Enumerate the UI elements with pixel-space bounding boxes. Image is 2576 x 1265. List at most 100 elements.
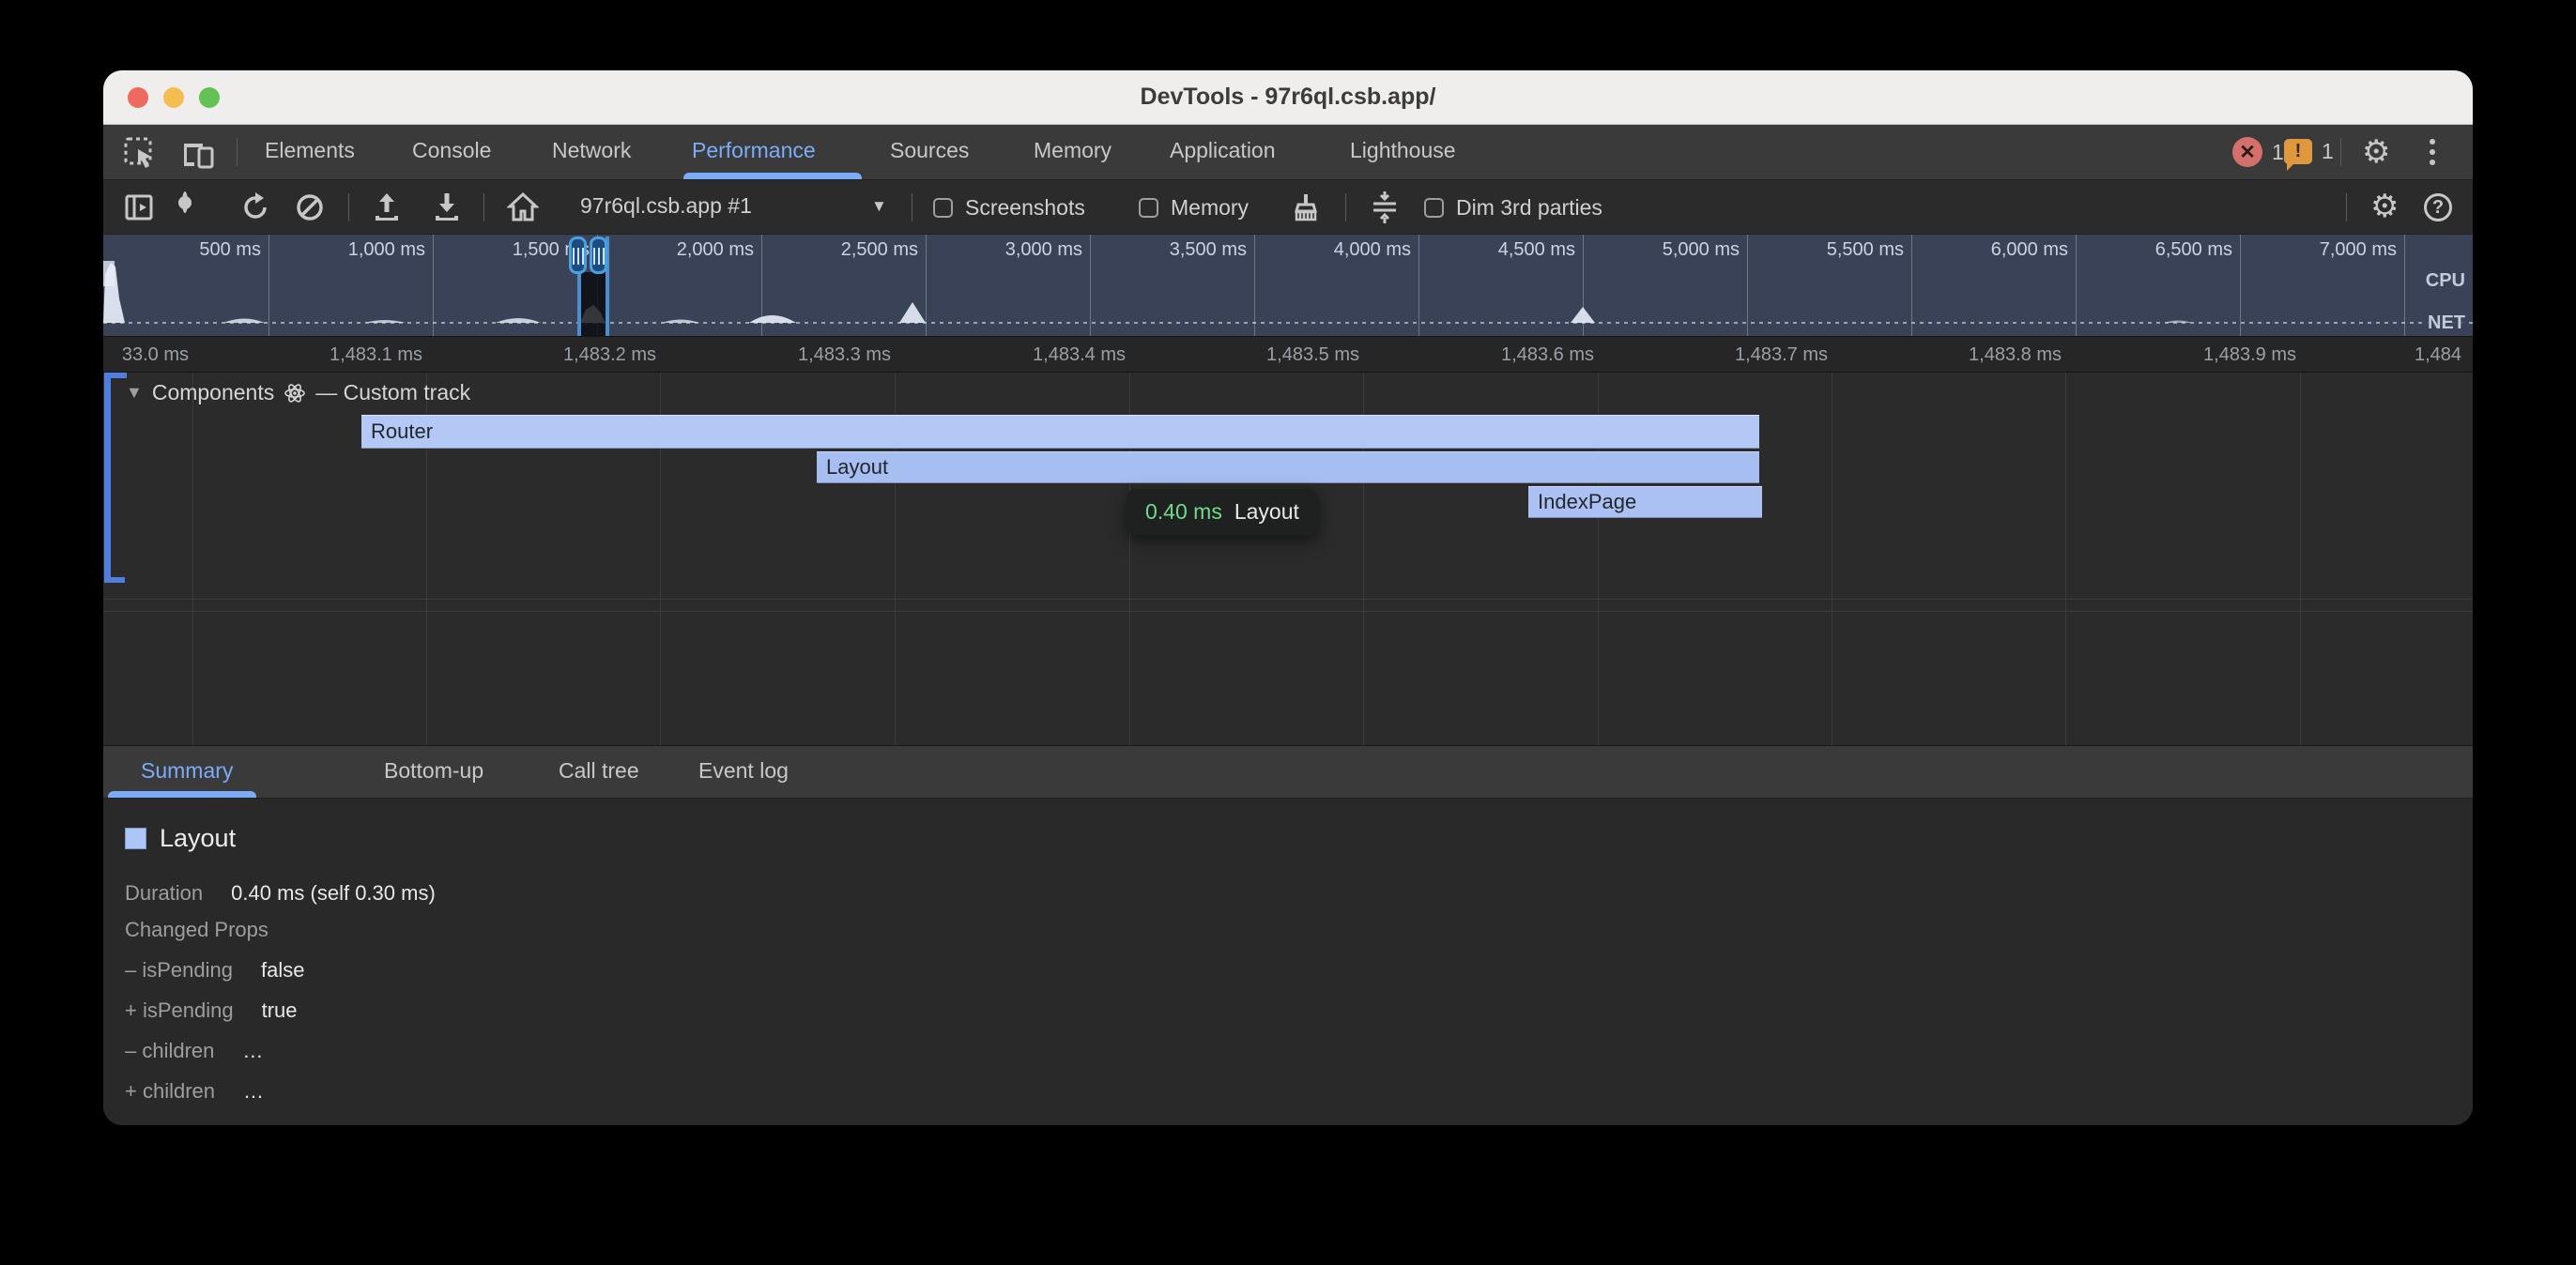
memory-checkbox[interactable]	[1139, 198, 1158, 218]
ruler-tick: 1,483.2 ms	[563, 344, 656, 366]
summary-row-label: + isPending	[125, 998, 234, 1022]
track-title: Components	[152, 380, 274, 405]
expander-triangle-icon[interactable]: ▼	[126, 383, 143, 403]
home-icon[interactable]	[507, 191, 539, 223]
toggle-sidebar-icon[interactable]	[124, 192, 154, 222]
track-suffix: — Custom track	[315, 380, 470, 405]
selection-range	[580, 272, 606, 336]
track-selection-bracket	[104, 376, 111, 581]
summary-row-label: Changed Props	[125, 918, 268, 941]
load-profile-icon[interactable]	[372, 191, 402, 223]
tab-elements[interactable]: Elements	[265, 138, 355, 163]
track-selection-bracket-cap	[104, 577, 125, 583]
tab-summary[interactable]: Summary	[141, 758, 233, 784]
summary-event-name: Layout	[160, 824, 236, 853]
tabbar-divider	[237, 138, 238, 166]
summary-row-label: + children	[125, 1079, 215, 1103]
active-tab-underline	[683, 173, 862, 179]
tab-sources[interactable]: Sources	[890, 138, 969, 163]
dim-3rd-parties-checkbox[interactable]	[1424, 198, 1444, 218]
minimize-window-button[interactable]	[163, 87, 184, 108]
track-header-components[interactable]: ▼ Components — Custom track	[126, 380, 470, 405]
summary-row-value: true	[262, 998, 298, 1022]
active-detail-tab-underline	[108, 791, 256, 798]
flame-chart[interactable]: ▼ Components — Custom track Router Layou…	[103, 373, 2473, 745]
net-lane-label: NET	[2424, 312, 2469, 334]
tab-console[interactable]: Console	[412, 138, 491, 163]
error-icon: ✕	[2232, 137, 2262, 167]
help-icon[interactable]: ?	[2424, 193, 2452, 221]
screenshots-toggle[interactable]: Screenshots	[933, 195, 1085, 221]
summary-row-label: Duration	[125, 881, 203, 905]
selection-left-handle[interactable]	[569, 236, 587, 274]
chevron-down-icon: ▼	[871, 197, 887, 216]
summary-row-label: – isPending	[125, 958, 233, 982]
ruler-tick: 1,483.7 ms	[1735, 344, 1828, 366]
tab-call-tree[interactable]: Call tree	[559, 758, 639, 784]
capture-settings-gear-icon[interactable]: ⚙	[2370, 191, 2399, 222]
toolbar-divider	[348, 193, 349, 221]
cpu-activity-sparkline	[103, 235, 2473, 336]
tab-bottom-up[interactable]: Bottom-up	[384, 758, 483, 784]
tab-performance[interactable]: Performance	[692, 138, 816, 163]
inspect-element-icon[interactable]	[123, 136, 157, 170]
track-selection-bracket-cap	[104, 373, 127, 378]
issues-counter[interactable]: ! 1	[2284, 139, 2334, 164]
garbage-collect-icon[interactable]	[1290, 191, 1322, 223]
reload-and-record-icon[interactable]	[239, 191, 271, 223]
tab-memory[interactable]: Memory	[1034, 138, 1112, 163]
ruler-tick: 1,483.4 ms	[1033, 344, 1126, 366]
screenshots-checkbox[interactable]	[933, 198, 953, 218]
flame-bar-layout[interactable]: Layout	[817, 451, 1759, 483]
tab-network[interactable]: Network	[552, 138, 631, 163]
event-color-swatch	[125, 828, 146, 849]
zoom-window-button[interactable]	[199, 87, 220, 108]
record-button[interactable]	[182, 191, 188, 213]
memory-label: Memory	[1171, 195, 1249, 221]
summary-row-changed-props: Changed Props	[125, 918, 268, 942]
fit-to-window-icon[interactable]	[1368, 190, 1402, 225]
timeline-overview[interactable]: 500 ms 1,000 ms 1,500 ms 2,000 ms 2,500 …	[103, 235, 2473, 336]
ruler-tick: 1,483.9 ms	[2203, 344, 2296, 366]
memory-toggle[interactable]: Memory	[1139, 195, 1249, 221]
traffic-lights	[128, 87, 220, 108]
performance-toolbar: 97r6ql.csb.app #1 ▼ Screenshots Memory D…	[103, 180, 2473, 235]
dim-3rd-parties-toggle[interactable]: Dim 3rd parties	[1424, 195, 1602, 221]
toolbar-divider	[1345, 193, 1346, 221]
window-title: DevTools - 97r6ql.csb.app/	[1141, 84, 1436, 111]
devtools-window: DevTools - 97r6ql.csb.app/ Elements Cons…	[103, 70, 2473, 1125]
clear-recording-icon[interactable]	[295, 192, 325, 222]
flame-bar-router[interactable]: Router	[361, 415, 1759, 449]
settings-gear-icon[interactable]: ⚙	[2362, 136, 2390, 168]
dim-3rd-parties-label: Dim 3rd parties	[1456, 195, 1602, 221]
error-counter[interactable]: ✕ 1	[2232, 137, 2284, 167]
more-options-icon[interactable]	[2430, 139, 2435, 165]
tab-application[interactable]: Application	[1170, 138, 1276, 163]
issue-icon: !	[2284, 139, 2312, 164]
summary-row-value: 0.40 ms (self 0.30 ms)	[231, 881, 436, 905]
selection-right-handle[interactable]	[590, 236, 607, 274]
flame-tooltip: 0.40 ms Layout	[1127, 489, 1318, 535]
summary-row-value: …	[242, 1039, 263, 1062]
summary-row-value: …	[243, 1079, 264, 1103]
ruler-tick: 1,483.6 ms	[1501, 344, 1594, 366]
ruler-tick: 33.0 ms	[122, 344, 189, 366]
react-atom-icon	[284, 382, 306, 404]
summary-row-label: – children	[125, 1039, 214, 1062]
history-dropdown[interactable]: 97r6ql.csb.app #1	[580, 193, 752, 219]
time-ruler: 33.0 ms 1,483.1 ms 1,483.2 ms 1,483.3 ms…	[103, 336, 2473, 373]
devtools-tabbar: Elements Console Network Performance Sou…	[103, 125, 2473, 180]
flame-bar-indexpage[interactable]: IndexPage	[1528, 486, 1762, 518]
cpu-lane-label: CPU	[2422, 270, 2469, 292]
issue-count: 1	[2322, 139, 2334, 164]
tooltip-duration: 0.40 ms	[1145, 499, 1222, 525]
screenshots-label: Screenshots	[965, 195, 1085, 221]
tab-lighthouse[interactable]: Lighthouse	[1350, 138, 1456, 163]
save-profile-icon[interactable]	[432, 191, 462, 223]
tabbar-divider-right	[2340, 138, 2341, 166]
tab-event-log[interactable]: Event log	[698, 758, 789, 784]
close-window-button[interactable]	[128, 87, 148, 108]
device-toolbar-icon[interactable]	[180, 136, 216, 170]
titlebar: DevTools - 97r6ql.csb.app/	[103, 70, 2473, 125]
toolbar-divider	[2346, 193, 2347, 221]
